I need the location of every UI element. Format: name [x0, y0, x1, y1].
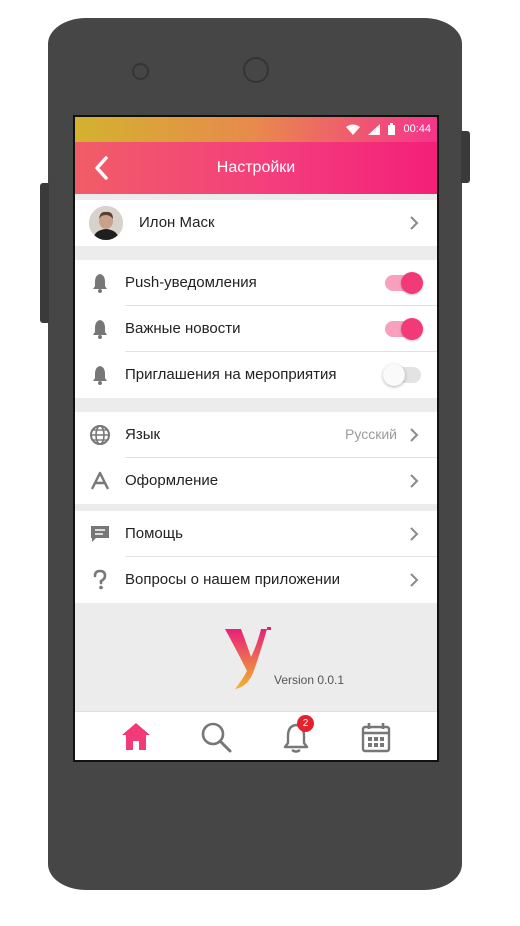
bottom-nav: 2	[75, 711, 437, 760]
page-title: Настройки	[216, 159, 296, 176]
profile-name: Илон Маск	[139, 214, 215, 231]
notification-badge: 2	[297, 715, 314, 732]
question-mark-icon	[93, 569, 107, 590]
news-toggle[interactable]	[385, 318, 423, 340]
signal-icon	[368, 123, 381, 135]
language-value: Русский	[345, 426, 397, 442]
setting-label-help: Помощь	[125, 525, 183, 542]
setting-label-appearance: Оформление	[125, 472, 219, 489]
setting-label-push: Push-уведомления	[125, 274, 257, 291]
bell-icon	[93, 274, 107, 293]
setting-row-push[interactable]: Push-уведомления	[75, 260, 437, 306]
setting-row-appearance[interactable]: Оформление	[75, 458, 437, 504]
app-screen: 00:44 Настройки Илон Маск Push-уведомлен…	[73, 115, 439, 762]
notifications-section: Push-уведомления Важные новости Приглаше…	[75, 260, 437, 398]
chevron-right-icon	[410, 527, 419, 541]
bell-icon	[93, 320, 107, 339]
setting-row-faq[interactable]: Вопросы о нашем приложении	[75, 557, 437, 603]
app-logo-icon	[225, 627, 271, 689]
setting-label-faq: Вопросы о нашем приложении	[125, 571, 340, 588]
calendar-icon[interactable]	[359, 720, 393, 754]
chevron-right-icon	[410, 428, 419, 442]
chat-icon	[91, 526, 109, 542]
push-toggle[interactable]	[385, 272, 423, 294]
avatar-portrait-icon	[89, 206, 123, 240]
preferences-section: Язык Русский Оформление	[75, 412, 437, 504]
avatar	[89, 206, 123, 240]
chevron-right-icon	[410, 474, 419, 488]
setting-row-news[interactable]: Важные новости	[75, 306, 437, 352]
profile-row[interactable]: Илон Маск	[75, 200, 437, 246]
wifi-icon	[346, 124, 361, 135]
setting-row-events[interactable]: Приглашения на мероприятия	[75, 352, 437, 398]
font-icon	[90, 471, 110, 490]
setting-row-language[interactable]: Язык Русский	[75, 412, 437, 458]
phone-power-button	[461, 131, 470, 183]
battery-icon	[388, 123, 396, 135]
home-icon[interactable]	[119, 720, 153, 754]
setting-label-language: Язык	[125, 426, 161, 443]
status-time: 00:44	[403, 123, 431, 135]
phone-side-button-left	[40, 183, 49, 323]
bell-icon	[93, 366, 107, 385]
chevron-right-icon	[410, 573, 419, 587]
events-toggle[interactable]	[383, 364, 421, 386]
setting-label-news: Важные новости	[125, 320, 241, 337]
setting-row-help[interactable]: Помощь	[75, 511, 437, 557]
phone-sensor	[132, 63, 149, 80]
version-label: Version 0.0.1	[274, 673, 345, 687]
status-bar: 00:44	[75, 117, 437, 142]
chevron-right-icon	[410, 216, 419, 230]
globe-icon	[90, 425, 110, 445]
support-section: Помощь Вопросы о нашем приложении	[75, 511, 437, 603]
setting-label-events: Приглашения на мероприятия	[125, 366, 337, 383]
phone-camera	[243, 57, 269, 83]
profile-section: Илон Маск	[75, 200, 437, 246]
app-bar: Настройки	[75, 142, 437, 194]
search-icon[interactable]	[199, 720, 233, 754]
